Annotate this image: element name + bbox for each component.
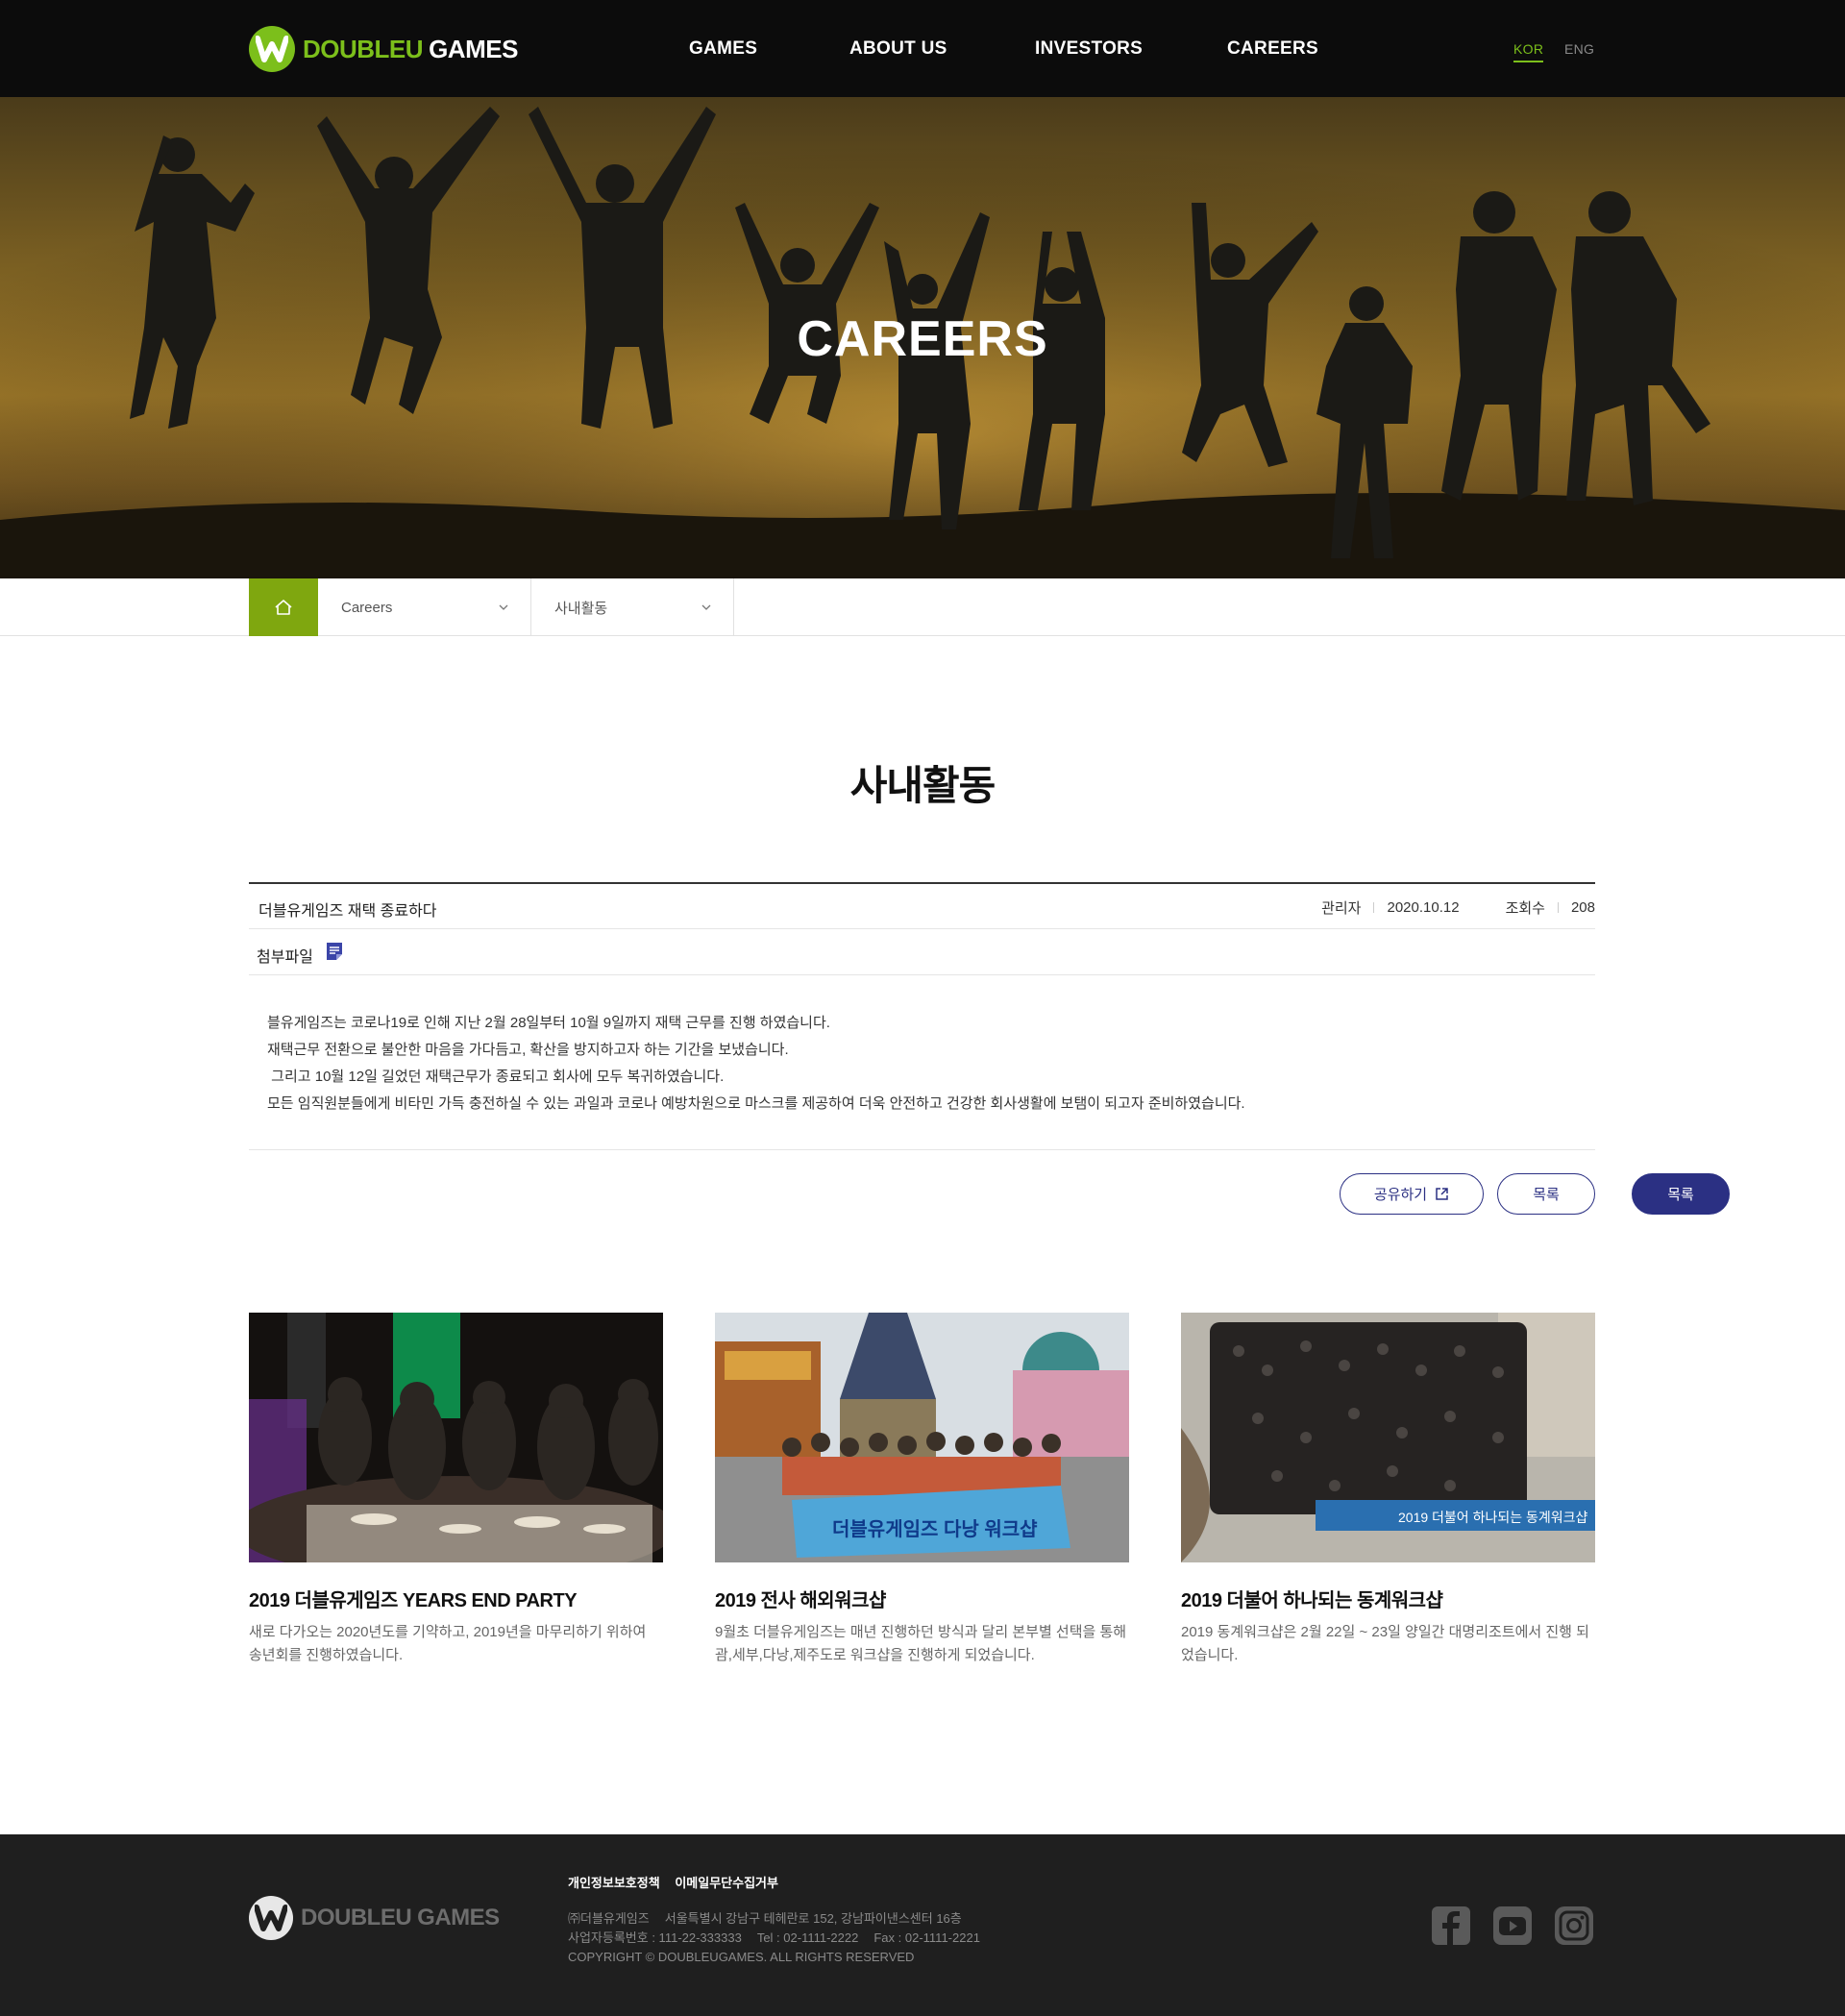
footer-info: ㈜더블유게임즈 서울특별시 강남구 테헤란로 152, 강남파이낸스센터 16층 … <box>568 1909 996 1967</box>
footer-company: ㈜더블유게임즈 <box>568 1911 650 1926</box>
footer-links: 개인정보보호정책 이메일무단수집거부 <box>568 1873 790 1891</box>
post-meta: 관리자 2020.10.12 조회수 208 <box>1321 897 1595 918</box>
home-icon <box>275 600 292 615</box>
logo-wordmark: DOUBLEU GAMES <box>301 1905 500 1930</box>
list-button[interactable]: 목록 <box>1497 1173 1595 1215</box>
post-title: 더블유게임즈 재택 종료하다 <box>258 903 437 920</box>
list-button-primary[interactable]: 목록 <box>1632 1173 1730 1215</box>
card-desc: 새로 다가오는 2020년도를 기약하고, 2019년을 마무리하기 위하여 송… <box>249 1624 647 1663</box>
breadcrumb-select-careers[interactable]: Careers <box>318 578 531 636</box>
footer-address: 서울특별시 강남구 테헤란로 152, 강남파이낸스센터 16층 <box>664 1911 962 1926</box>
breadcrumb: Careers 사내활동 <box>0 578 1845 636</box>
footer-copyright: COPYRIGHT © DOUBLEUGAMES. ALL RIGHTS RES… <box>568 1950 915 1964</box>
hero-title: CAREERS <box>797 311 1048 367</box>
breadcrumb-select-activities[interactable]: 사내활동 <box>531 578 734 636</box>
banner-text: 더블유게임즈 다낭 워크샵 <box>832 1518 1038 1540</box>
activity-card-party[interactable]: 2019 더블유게임즈 YEARS END PARTY 새로 다가오는 2020… <box>249 1313 663 1667</box>
share-button-label: 공유하기 <box>1373 1187 1428 1203</box>
card-desc: 2019 동계워크샵은 2월 22일 ~ 23일 양일간 대명리조트에서 진행 … <box>1181 1624 1589 1663</box>
card-image-overseas: 더블유게임즈 다낭 워크샵 <box>715 1313 1129 1562</box>
facebook-icon[interactable] <box>1431 1905 1471 1946</box>
post-body-line: 재택근무 전환으로 불안한 마음을 가다듬고, 확산을 방지하고자 하는 기간을… <box>267 1042 789 1058</box>
hero-banner: CAREERS <box>0 97 1845 578</box>
nav-about-us[interactable]: ABOUT US <box>849 38 947 60</box>
chevron-down-icon <box>701 604 711 610</box>
logo-w-icon <box>249 26 295 72</box>
page-title: 사내활동 <box>849 763 996 808</box>
lang-kor[interactable]: KOR <box>1513 41 1544 62</box>
meta-divider <box>1557 902 1559 913</box>
meta-divider <box>1373 902 1375 913</box>
post-body-line: 블유게임즈는 코로나19로 인해 지난 2월 28일부터 10월 9일까지 재택… <box>267 1015 830 1031</box>
footer-logo[interactable]: DOUBLEU GAMES <box>249 1896 500 1940</box>
external-link-icon <box>1436 1188 1448 1200</box>
post-attachments: 첨부파일 <box>249 929 1595 975</box>
lang-eng[interactable]: ENG <box>1564 41 1594 57</box>
post-views-label: 조회수 <box>1505 900 1545 917</box>
post-date: 2020.10.12 <box>1387 899 1460 916</box>
footer-bizno: 사업자등록번호 : 111-22-333333 <box>568 1930 742 1945</box>
card-desc: 9월초 더블유게임즈는 매년 진행하던 방식과 달리 본부별 선택을 통해 괌,… <box>715 1624 1127 1663</box>
post-author: 관리자 <box>1321 900 1362 917</box>
breadcrumb-level2: 사내활동 <box>554 600 608 617</box>
card-title: 2019 전사 해외워크샵 <box>715 1590 886 1611</box>
card-image-party <box>249 1313 663 1562</box>
attach-label: 첨부파일 <box>257 949 313 966</box>
card-image-winter: 2019 더불어 하나되는 동계워크샵 <box>1181 1313 1595 1562</box>
file-icon[interactable] <box>325 941 344 962</box>
nav-careers[interactable]: CAREERS <box>1227 38 1318 60</box>
breadcrumb-home-button[interactable] <box>249 578 318 636</box>
logo-wordmark: DOUBLEU GAMES <box>303 34 518 63</box>
site-logo[interactable]: DOUBLEU GAMES <box>249 26 518 72</box>
footer-tel: Tel : 02-1111-2222 <box>756 1930 859 1945</box>
youtube-icon[interactable] <box>1492 1905 1533 1946</box>
site-footer: DOUBLEU GAMES 개인정보보호정책 이메일무단수집거부 ㈜더블유게임즈 서… <box>0 1834 1845 2016</box>
footer-link-privacy[interactable]: 개인정보보호정책 <box>568 1876 660 1890</box>
post-body-line: 그리고 10월 12일 길었던 재택근무가 종료되고 회사에 모두 복귀하였습니… <box>267 1069 725 1085</box>
post-detail: 더블유게임즈 재택 종료하다 관리자 2020.10.12 조회수 208 첨부… <box>249 882 1595 1150</box>
card-title: 2019 더불어 하나되는 동계워크샵 <box>1181 1590 1443 1611</box>
nav-investors[interactable]: INVESTORS <box>1035 38 1143 60</box>
share-button[interactable]: 공유하기 <box>1340 1173 1484 1215</box>
post-header: 더블유게임즈 재택 종료하다 관리자 2020.10.12 조회수 208 <box>249 882 1595 929</box>
logo-w-icon <box>249 1896 293 1940</box>
post-views: 208 <box>1570 899 1595 916</box>
breadcrumb-level1: Careers <box>341 599 393 616</box>
instagram-icon[interactable] <box>1554 1905 1594 1946</box>
nav-games[interactable]: GAMES <box>689 38 757 60</box>
activity-card-winter[interactable]: 2019 더불어 하나되는 동계워크샵 2019 더불어 하나되는 동계워크샵 … <box>1181 1313 1595 1667</box>
chevron-down-icon <box>499 604 508 610</box>
footer-link-email-refusal[interactable]: 이메일무단수집거부 <box>675 1876 778 1890</box>
post-body-line: 모든 임직원분들에게 비타민 가득 충전하실 수 있는 과일과 코로나 예방차원… <box>267 1095 1245 1112</box>
post-body: 블유게임즈는 코로나19로 인해 지난 2월 28일부터 10월 9일까지 재택… <box>249 975 1595 1150</box>
activity-card-overseas[interactable]: 더블유게임즈 다낭 워크샵 2019 전사 해외워크샵 9월초 더블유게임즈는 … <box>715 1313 1129 1667</box>
banner-text: 2019 더불어 하나되는 동계워크샵 <box>1398 1510 1587 1525</box>
footer-fax: Fax : 02-1111-2221 <box>873 1930 980 1945</box>
card-title: 2019 더블유게임즈 YEARS END PARTY <box>249 1590 578 1611</box>
site-header: DOUBLEU GAMES GAMES ABOUT US INVESTORS CA… <box>0 0 1845 97</box>
